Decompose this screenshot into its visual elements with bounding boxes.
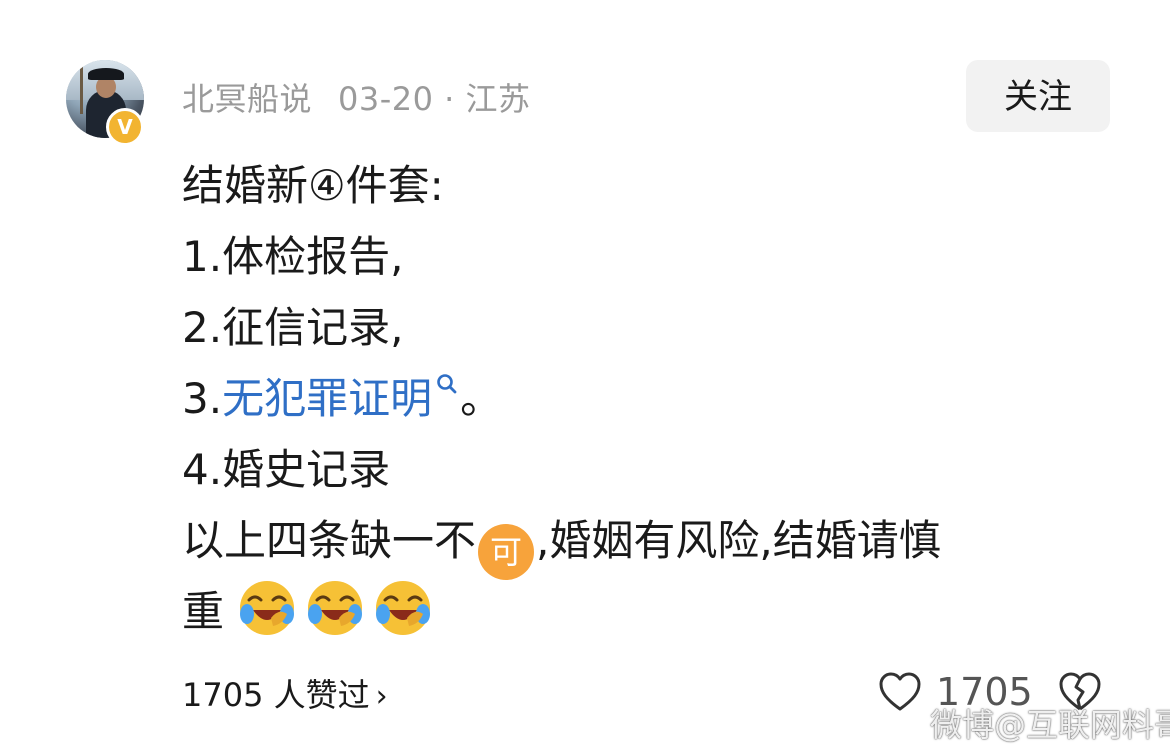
post-meta: 北冥船说 03-20 · 江苏 — [182, 74, 531, 120]
laugh-cry-emoji-icon — [376, 581, 431, 635]
laugh-cry-emoji-icon — [308, 581, 363, 635]
post-line: 2.征信记录, — [182, 303, 404, 352]
avatar-hat — [88, 68, 124, 80]
post-date: 03-20 — [338, 80, 434, 118]
post-content: 结婚新④件套: 1.体检报告, 2.征信记录, 3.无犯罪证明。 4.婚史记录 … — [182, 150, 1122, 647]
post-line: 结婚新④件套: — [182, 161, 444, 210]
list-suffix: 。 — [460, 374, 503, 423]
search-icon[interactable] — [436, 363, 460, 394]
post-line: 重 — [182, 576, 1122, 647]
post-line: 4.婚史记录 — [182, 445, 391, 494]
search-link[interactable]: 无犯罪证明 — [222, 374, 432, 423]
post-text: 重 — [182, 587, 225, 636]
post-line: 以上四条缺一不可 ,婚姻有风险,结婚请慎 — [182, 505, 1122, 580]
chevron-right-icon: › — [375, 679, 388, 714]
post-text: 以上四条缺一不 — [182, 516, 477, 565]
meta-separator: · — [444, 80, 455, 118]
post-line: 3.无犯罪证明。 — [182, 363, 1122, 434]
post-location: 江苏 — [465, 80, 531, 118]
post-text: ,婚姻有风险,结婚请慎 — [536, 516, 941, 565]
list-number: 3. — [182, 374, 223, 423]
watermark: 微博@互联网料哥 — [930, 706, 1170, 744]
author-name[interactable]: 北冥船说 — [182, 80, 312, 118]
laugh-cry-emoji-icon — [240, 581, 295, 635]
likes-summary-text: 1705 人赞过 — [182, 676, 370, 714]
heart-icon[interactable] — [876, 668, 924, 716]
likes-summary-link[interactable]: 1705 人赞过 › — [182, 670, 388, 716]
verified-badge-icon: V — [106, 108, 144, 146]
avatar-mast — [80, 64, 83, 114]
ke-emoji-icon: 可 — [478, 524, 535, 580]
post-line: 1.体检报告, — [182, 232, 404, 281]
follow-button[interactable]: 关注 — [966, 60, 1110, 132]
